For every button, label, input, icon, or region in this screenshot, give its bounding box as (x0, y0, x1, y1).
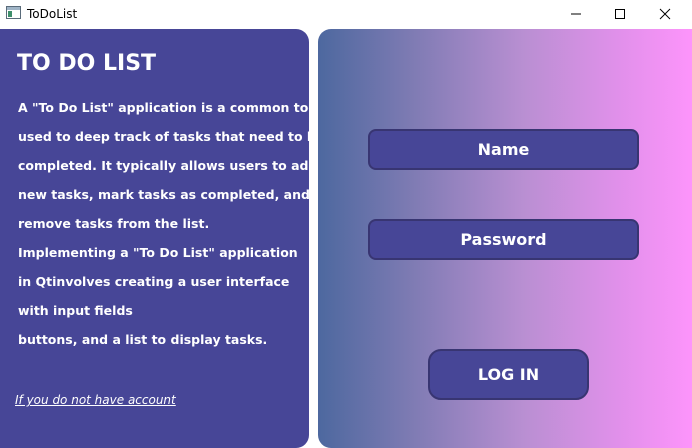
description-line: Implementing a "To Do List" application (18, 245, 298, 260)
title-bar: ToDoList (0, 0, 692, 28)
minimize-button[interactable] (553, 0, 599, 28)
description-line: with input fields (18, 303, 133, 318)
password-input[interactable] (368, 219, 639, 260)
close-icon (659, 8, 671, 20)
description-line: new tasks, mark tasks as completed, and (18, 187, 310, 202)
description-line: completed. It typically allows users to … (18, 158, 318, 173)
description-line: in Qtinvolves creating a user interface (18, 274, 290, 289)
minimize-icon (571, 13, 581, 15)
close-button[interactable] (642, 0, 688, 28)
description-line: used to deep track of tasks that need to… (18, 129, 325, 144)
login-panel: LOG IN (318, 29, 692, 448)
signup-link[interactable]: If you do not have account (15, 393, 176, 407)
info-panel: TO DO LIST A "To Do List" application is… (0, 29, 325, 448)
description-line: remove tasks from the list. (18, 216, 210, 231)
window-title: ToDoList (27, 7, 78, 21)
panel-title: TO DO LIST (17, 51, 157, 76)
maximize-icon (615, 9, 625, 19)
description-line: buttons, and a list to display tasks. (18, 332, 268, 347)
login-button[interactable]: LOG IN (428, 349, 589, 400)
description: A "To Do List" application is a common t… (18, 98, 325, 359)
app-window-icon (6, 6, 21, 19)
maximize-button[interactable] (597, 0, 643, 28)
description-line: A "To Do List" application is a common t… (18, 100, 322, 115)
client-area: TO DO LIST A "To Do List" application is… (0, 28, 692, 448)
name-input[interactable] (368, 129, 639, 170)
